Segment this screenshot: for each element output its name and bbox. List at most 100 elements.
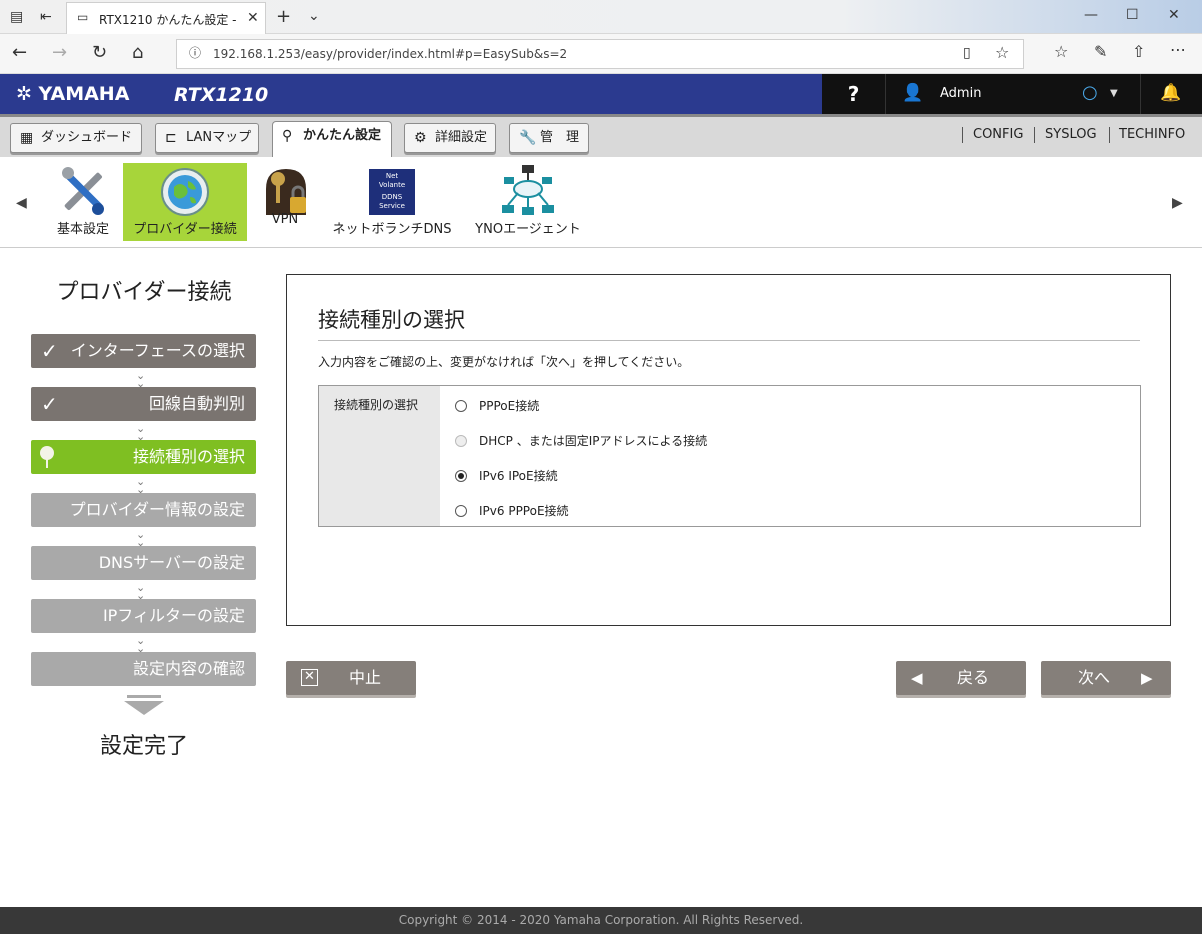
tools-icon [62,167,104,215]
detail-settings-button[interactable]: ⚙ 詳細設定 [404,123,496,153]
gear-icon: ⚙ [414,130,427,146]
icon-label: YNOエージェント [475,222,581,237]
radio-button-selected[interactable] [455,470,467,482]
set-aside-tabs-icon[interactable]: ⇤ [40,10,52,24]
icon-yno-agent[interactable]: YNOエージェント [468,163,588,241]
header-divider [1140,74,1141,114]
icon-basic-settings[interactable]: 基本設定 [50,163,116,241]
pin-icon [40,446,54,460]
step-connection-type: 接続種別の選択 [31,440,256,474]
refresh-icon[interactable]: ↻ [92,44,107,62]
help-button[interactable]: ? [822,74,886,114]
browser-navbar: ← → ↻ ⌂ ⓘ 192.168.1.253/easy/provider/in… [0,34,1202,74]
info-icon[interactable]: ⓘ [189,47,201,59]
maximize-icon[interactable]: ☐ [1126,8,1139,22]
icon-vpn[interactable]: VPN [254,163,316,241]
icon-provider-connection[interactable]: プロバイダー接続 [123,163,247,241]
browser-titlebar: ▤ ⇤ ▭ RTX1210 かんたん設定 - ✕ + ⌄ — ☐ ✕ [0,0,1202,34]
link-separator [1034,127,1035,143]
network-cloud-icon [502,165,554,215]
globe-icon [161,168,209,216]
step-provider-info: プロバイダー情報の設定 [31,493,256,527]
option-pppoe[interactable]: PPPoE接続 [455,397,539,414]
step-interface-select: ✓ インターフェースの選択 [31,334,256,368]
page-icon: ▭ [77,10,89,24]
cancel-box-icon: ✕ [301,669,318,686]
status-ring-icon[interactable]: ○ [1082,84,1098,102]
config-link[interactable]: CONFIG [973,127,1023,142]
notification-bell-icon[interactable]: 🔔 [1160,85,1181,102]
page-title: 接続種別の選択 [318,308,465,332]
checkmark-icon: ✓ [41,339,58,363]
easy-setup-icon-bar: ◀ 基本設定 プロバイダー接続 VPN Net Volante DDNS Ser… [0,157,1202,248]
tuning-fork-icon: ✲ [16,83,32,105]
step-confirm: 設定内容の確認 [31,652,256,686]
icon-label: ネットボランチDNS [332,222,452,237]
main-menu: ▦ ダッシュボード ⊏ LANマップ ⚲ かんたん設定 ⚙ 詳細設定 🔧 管 理 CONF… [0,114,1202,158]
connection-type-form: 接続種別の選択 PPPoE接続 DHCP 、または固定IPアドレスによる接続 I… [318,385,1141,527]
url-text: 192.168.1.253/easy/provider/index.html#p… [213,47,568,61]
step-ip-filter: IPフィルターの設定 [31,599,256,633]
back-triangle-icon: ◀ [911,669,923,687]
footer-copyright: Copyright © 2014 - 2020 Yamaha Corporati… [0,907,1202,934]
link-separator [962,127,963,143]
tab-list-icon[interactable]: ▤ [10,10,23,24]
syslog-link[interactable]: SYSLOG [1045,127,1097,142]
ddns-service-icon: Net Volante DDNS Service [369,169,415,215]
step-dns-server: DNSサーバーの設定 [31,546,256,580]
share-icon[interactable]: ⇧ [1132,44,1145,60]
address-bar[interactable]: ⓘ 192.168.1.253/easy/provider/index.html… [176,39,1024,69]
wand-icon: ⚲ [282,128,293,144]
step-auto-detect: ✓ 回線自動判別 [31,387,256,421]
icon-netvolante-dns[interactable]: Net Volante DDNS Service ネットボランチDNS [326,163,458,241]
dashboard-button[interactable]: ▦ ダッシュボード [10,123,142,153]
radio-button-disabled [455,435,467,447]
cancel-button[interactable]: ✕ 中止 [286,661,416,695]
lanmap-icon: ⊏ [165,130,177,146]
model-name: RTX1210 [174,84,269,106]
forward-arrow-icon[interactable]: → [52,44,67,62]
home-icon[interactable]: ⌂ [132,44,143,62]
new-tab-icon[interactable]: + [276,8,291,26]
user-name[interactable]: Admin [940,86,981,101]
favorite-star-icon[interactable]: ☆ [995,45,1009,61]
radio-button[interactable] [455,400,467,412]
easy-setup-tab[interactable]: ⚲ かんたん設定 [272,121,392,158]
title-divider [318,340,1140,341]
browser-tab[interactable]: ▭ RTX1210 かんたん設定 - ✕ [66,2,266,34]
step-chevron-icon: ⌄ ⌄ [136,369,146,390]
step-chevron-icon: ⌄ ⌄ [136,581,146,602]
dashboard-icon: ▦ [20,130,34,146]
radio-button[interactable] [455,505,467,517]
link-separator [1109,127,1110,143]
icon-label: VPN [271,212,299,227]
reading-view-icon[interactable]: ▯ [963,46,971,60]
option-ipv6-pppoe[interactable]: IPv6 PPPoE接続 [455,502,569,519]
icon-label: 基本設定 [56,222,109,237]
step-chevron-icon: ⌄ ⌄ [136,422,146,443]
next-triangle-icon: ▶ [1141,669,1153,687]
close-window-icon[interactable]: ✕ [1168,8,1180,22]
close-tab-icon[interactable]: ✕ [247,11,259,25]
next-button[interactable]: 次へ ▶ [1041,661,1171,695]
chevron-down-icon[interactable]: ⌄ [308,9,320,23]
checkmark-icon: ✓ [41,392,58,416]
chevron-down-icon[interactable]: ▼ [1110,89,1118,99]
user-icon: 👤 [902,83,924,103]
management-button[interactable]: 🔧 管 理 [509,123,589,153]
lanmap-button[interactable]: ⊏ LANマップ [155,123,259,153]
more-icon[interactable]: ⋯ [1170,42,1186,58]
step-finish: 設定完了 [99,734,188,759]
option-ipv6-ipoe[interactable]: IPv6 IPoE接続 [455,467,558,484]
sidebar-title: プロバイダー接続 [56,280,232,305]
favorites-list-icon[interactable]: ☆ [1054,44,1068,60]
scroll-right-icon[interactable]: ▶ [1172,195,1183,211]
back-arrow-icon[interactable]: ← [12,44,27,62]
scroll-left-icon[interactable]: ◀ [16,195,27,211]
main-panel: 接続種別の選択 入力内容をご確認の上、変更がなければ「次へ」を押してください。 … [286,274,1171,626]
step-chevron-icon: ⌄ ⌄ [136,528,146,549]
pen-icon[interactable]: ✎ [1094,44,1107,60]
back-button[interactable]: ◀ 戻る [896,661,1026,695]
techinfo-link[interactable]: TECHINFO [1119,127,1185,142]
minimize-icon[interactable]: — [1084,8,1098,22]
